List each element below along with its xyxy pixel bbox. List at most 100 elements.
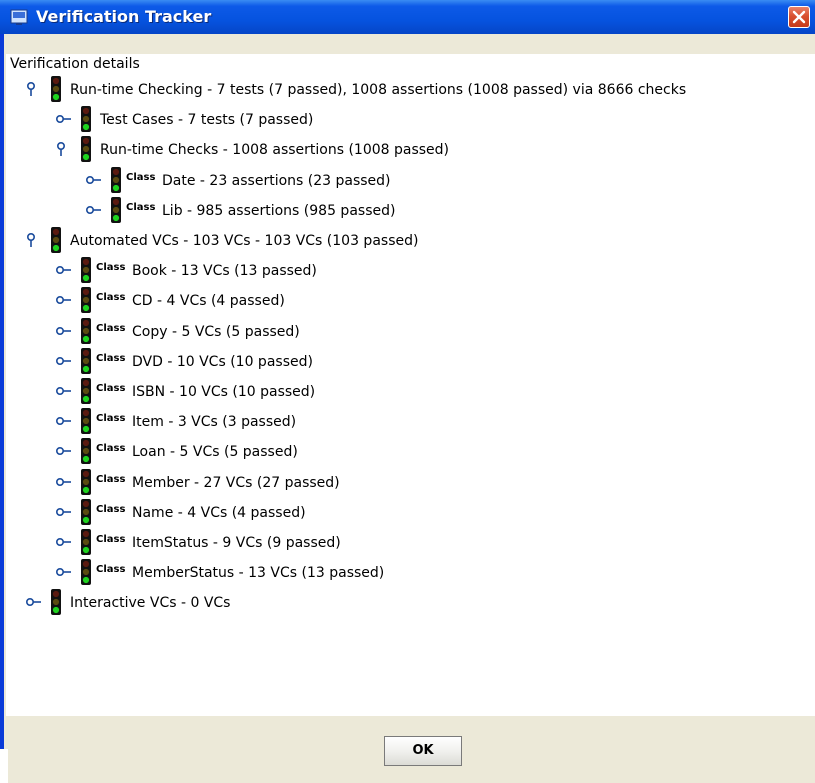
tree-node[interactable]: Class Date - 23 assertions (23 passed) (0, 167, 815, 195)
traffic-light-green-icon (51, 227, 61, 253)
tree-node[interactable]: Class DVD - 10 VCs (10 passed) (0, 348, 815, 376)
collapse-toggle[interactable] (56, 141, 72, 157)
status-light (110, 197, 122, 223)
tree-node-label[interactable]: Run-time Checks - 1008 assertions (1008 … (100, 142, 449, 158)
expand-toggle[interactable] (55, 413, 72, 429)
expand-toggle[interactable] (55, 383, 72, 399)
close-icon (792, 10, 806, 24)
tree-node[interactable]: Class ISBN - 10 VCs (10 passed) (0, 378, 815, 406)
tree-node-label[interactable]: Date - 23 assertions (23 passed) (162, 173, 391, 189)
status-light (80, 469, 92, 495)
window-title: Verification Tracker (36, 7, 212, 26)
tree-root-label[interactable]: Verification details (10, 56, 140, 72)
tree-node[interactable]: Class CD - 4 VCs (4 passed) (0, 287, 815, 315)
verification-tracker-window: Verification Tracker OK Verification det… (0, 0, 815, 783)
expand-toggle[interactable] (55, 474, 72, 490)
class-tag: Class (126, 172, 156, 183)
collapse-toggle[interactable] (26, 81, 42, 97)
tree-node-label[interactable]: Test Cases - 7 tests (7 passed) (100, 112, 313, 128)
status-light (80, 257, 92, 283)
status-light (80, 136, 92, 162)
collapsed-handle-icon (55, 387, 71, 396)
collapsed-handle-icon (55, 266, 71, 275)
class-tag: Class (96, 504, 126, 515)
tree-node-label[interactable]: ISBN - 10 VCs (10 passed) (132, 384, 315, 400)
tree-node-label[interactable]: Run-time Checking - 7 tests (7 passed), … (70, 82, 686, 98)
expand-toggle[interactable] (55, 443, 72, 459)
expanded-handle-icon (56, 141, 66, 156)
collapsed-handle-icon (55, 478, 71, 487)
tree-node[interactable]: Class Book - 13 VCs (13 passed) (0, 257, 815, 285)
expanded-handle-icon (26, 81, 36, 96)
expand-toggle[interactable] (55, 292, 72, 308)
expand-toggle[interactable] (55, 353, 72, 369)
tree-node[interactable]: Class Member - 27 VCs (27 passed) (0, 469, 815, 497)
tree-node[interactable]: Class Lib - 985 assertions (985 passed) (0, 197, 815, 225)
tree-node[interactable]: Class Loan - 5 VCs (5 passed) (0, 438, 815, 466)
class-tag: Class (96, 353, 126, 364)
title-bar[interactable]: Verification Tracker (0, 0, 815, 34)
status-light (80, 559, 92, 585)
traffic-light-green-icon (81, 106, 91, 132)
collapsed-handle-icon (55, 447, 71, 456)
class-tag: Class (96, 292, 126, 303)
class-tag: Class (96, 262, 126, 273)
expand-toggle[interactable] (55, 262, 72, 278)
status-light (80, 529, 92, 555)
tree-node-label[interactable]: Lib - 985 assertions (985 passed) (162, 203, 395, 219)
tree-node[interactable]: Automated VCs - 103 VCs - 103 VCs (103 p… (0, 227, 815, 255)
tree-node-label[interactable]: Interactive VCs - 0 VCs (70, 595, 230, 611)
tree-node[interactable]: Test Cases - 7 tests (7 passed) (0, 106, 815, 134)
tree-node-label[interactable]: Copy - 5 VCs (5 passed) (132, 324, 300, 340)
traffic-light-green-icon (81, 348, 91, 374)
traffic-light-green-icon (81, 136, 91, 162)
tree-node[interactable]: Class Item - 3 VCs (3 passed) (0, 408, 815, 436)
tree-node-label[interactable]: Loan - 5 VCs (5 passed) (132, 444, 298, 460)
collapsed-handle-icon (85, 176, 101, 185)
collapse-toggle[interactable] (26, 232, 42, 248)
traffic-light-green-icon (81, 438, 91, 464)
tree-node-label[interactable]: Automated VCs - 103 VCs - 103 VCs (103 p… (70, 233, 418, 249)
tree-node-label[interactable]: Item - 3 VCs (3 passed) (132, 414, 296, 430)
collapsed-handle-icon (55, 538, 71, 547)
tree-node[interactable]: Class Name - 4 VCs (4 passed) (0, 499, 815, 527)
collapsed-handle-icon (25, 598, 41, 607)
button-bar: OK (8, 716, 815, 783)
ok-button[interactable]: OK (384, 736, 462, 766)
tree-node[interactable]: Class Copy - 5 VCs (5 passed) (0, 318, 815, 346)
status-light (80, 408, 92, 434)
tree-node-label[interactable]: Name - 4 VCs (4 passed) (132, 505, 306, 521)
close-button[interactable] (788, 6, 810, 28)
expand-toggle[interactable] (55, 504, 72, 520)
expand-toggle[interactable] (85, 172, 102, 188)
tree-node[interactable]: Class ItemStatus - 9 VCs (9 passed) (0, 529, 815, 557)
tree-node-label[interactable]: DVD - 10 VCs (10 passed) (132, 354, 313, 370)
tree-node[interactable]: Class MemberStatus - 13 VCs (13 passed) (0, 559, 815, 587)
status-light (80, 378, 92, 404)
expand-toggle[interactable] (55, 323, 72, 339)
tree-node[interactable]: Run-time Checking - 7 tests (7 passed), … (0, 76, 815, 104)
expand-toggle[interactable] (25, 594, 42, 610)
tree-node-label[interactable]: Book - 13 VCs (13 passed) (132, 263, 317, 279)
expand-toggle[interactable] (85, 202, 102, 218)
traffic-light-green-icon (81, 499, 91, 525)
expanded-handle-icon (26, 232, 36, 247)
class-tag: Class (126, 202, 156, 213)
tree-node[interactable]: Run-time Checks - 1008 assertions (1008 … (0, 136, 815, 164)
collapsed-handle-icon (55, 417, 71, 426)
expand-toggle[interactable] (55, 111, 72, 127)
tree-node[interactable]: Interactive VCs - 0 VCs (0, 589, 815, 617)
expand-toggle[interactable] (55, 534, 72, 550)
traffic-light-green-icon (81, 378, 91, 404)
tree-node-label[interactable]: Member - 27 VCs (27 passed) (132, 475, 340, 491)
traffic-light-green-icon (51, 76, 61, 102)
status-light (80, 318, 92, 344)
status-light (80, 348, 92, 374)
expand-toggle[interactable] (55, 564, 72, 580)
status-light (80, 438, 92, 464)
status-light (110, 167, 122, 193)
tree-node-label[interactable]: MemberStatus - 13 VCs (13 passed) (132, 565, 384, 581)
tree-node-label[interactable]: ItemStatus - 9 VCs (9 passed) (132, 535, 341, 551)
status-light (80, 287, 92, 313)
tree-node-label[interactable]: CD - 4 VCs (4 passed) (132, 293, 285, 309)
